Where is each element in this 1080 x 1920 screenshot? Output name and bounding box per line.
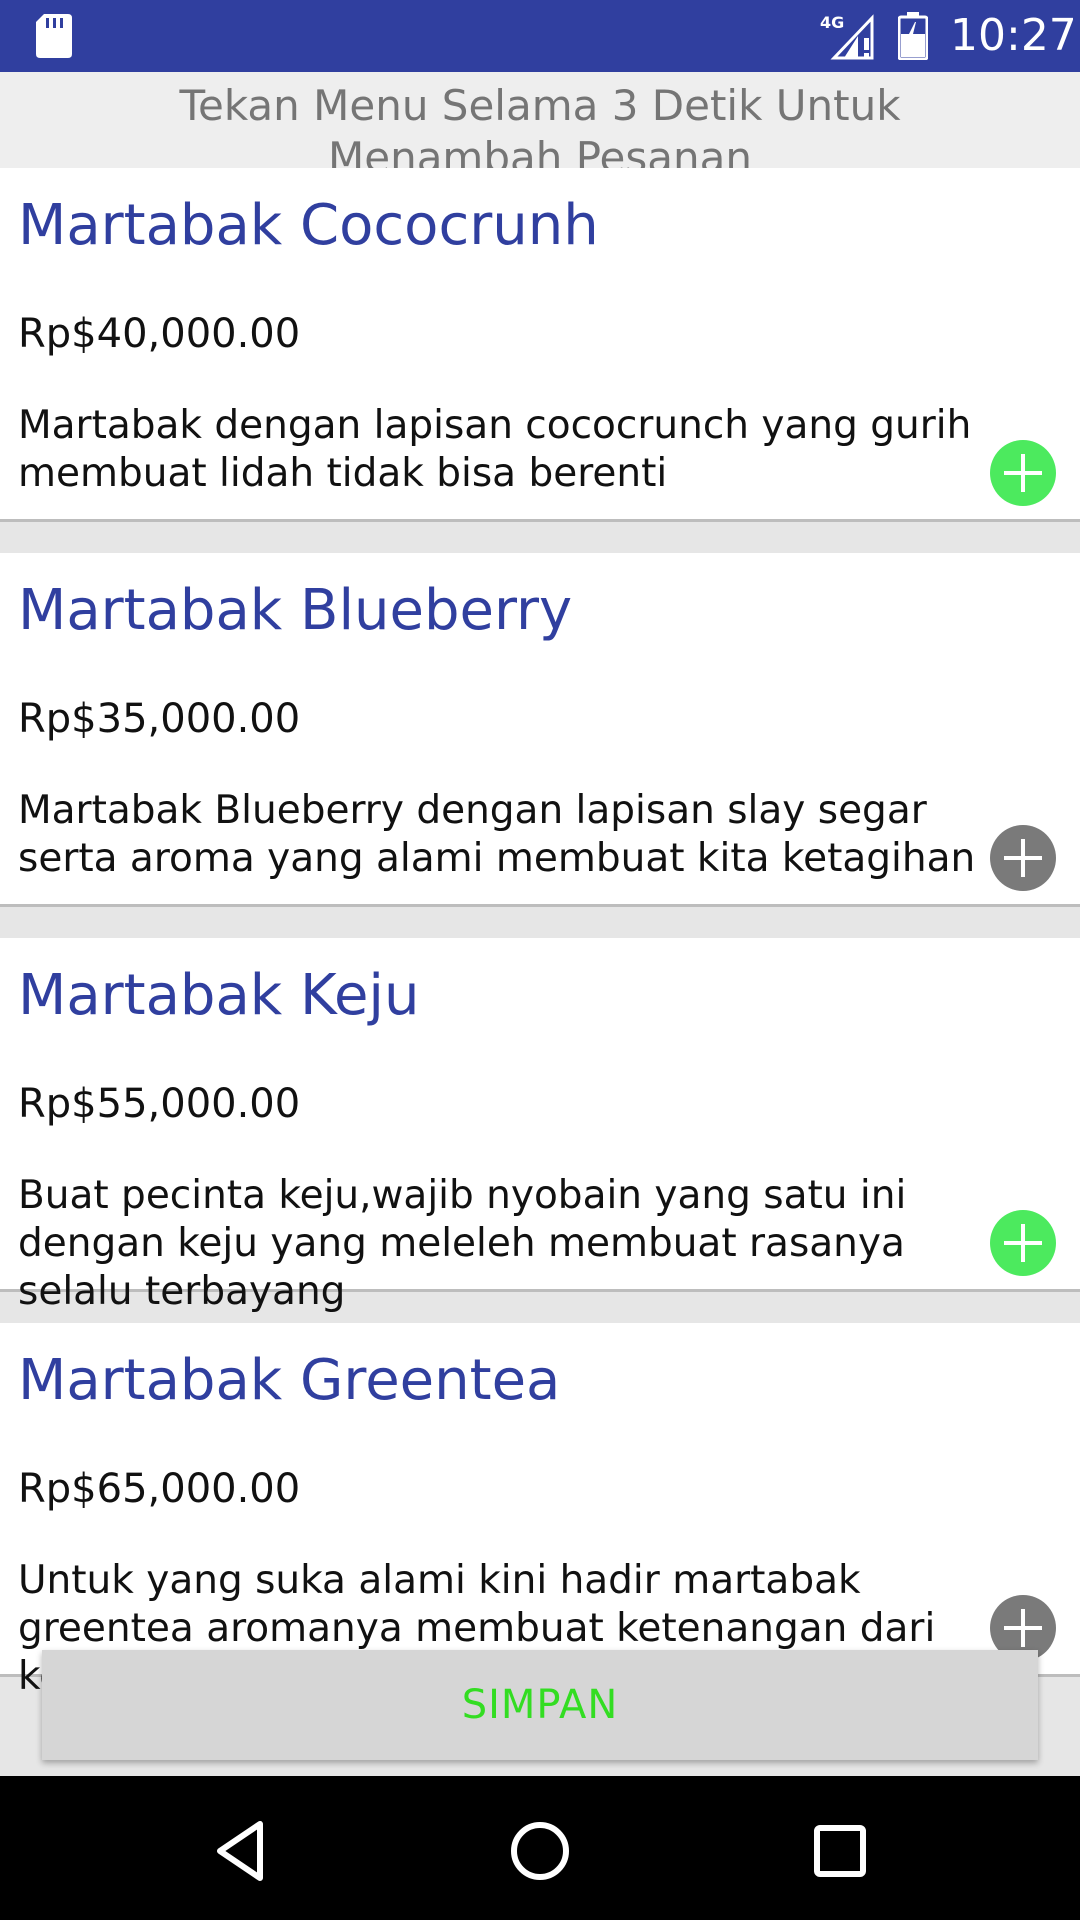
add-to-order-button[interactable]: [990, 825, 1056, 891]
menu-item-card[interactable]: Martabak Keju Rp$55,000.00 Buat pecinta …: [0, 938, 1080, 1314]
status-clock: 10:27: [950, 10, 1077, 61]
add-to-order-button[interactable]: [990, 440, 1056, 506]
menu-list[interactable]: Martabak Cococrunh Rp$40,000.00 Martabak…: [0, 168, 1080, 1776]
signal-icon: 4G: [820, 12, 876, 60]
sd-card-icon: [36, 14, 72, 58]
menu-item-card[interactable]: Martabak Blueberry Rp$35,000.00 Martabak…: [0, 553, 1080, 907]
menu-item-name: Martabak Keju: [18, 963, 420, 1028]
plus-circle-icon: [990, 440, 1056, 506]
hint-text: Tekan Menu Selama 3 Detik Untuk Menambah…: [179, 81, 901, 168]
plus-circle-icon: [990, 1210, 1056, 1276]
menu-item-price: Rp$65,000.00: [18, 1466, 301, 1512]
menu-item-description: Buat pecinta keju,wajib nyobain yang sat…: [18, 1173, 907, 1314]
navigation-bar: [0, 1776, 1080, 1920]
plus-circle-icon: [990, 825, 1056, 891]
status-bar: 4G 10:27: [0, 0, 1080, 72]
menu-item-description: Martabak dengan lapisan cococrunch yang …: [18, 403, 972, 496]
hint-bar: Tekan Menu Selama 3 Detik Untuk Menambah…: [0, 72, 1080, 168]
network-type-label: 4G: [820, 13, 844, 32]
menu-item-name: Martabak Greentea: [18, 1348, 561, 1413]
menu-item-card[interactable]: Martabak Cococrunh Rp$40,000.00 Martabak…: [0, 168, 1080, 522]
menu-item-description: Martabak Blueberry dengan lapisan slay s…: [18, 788, 976, 881]
save-button[interactable]: SIMPAN: [42, 1650, 1038, 1760]
menu-item-name: Martabak Blueberry: [18, 578, 573, 643]
battery-icon: [897, 12, 929, 61]
menu-item-price: Rp$55,000.00: [18, 1081, 301, 1127]
home-icon[interactable]: [505, 1816, 575, 1886]
recents-icon[interactable]: [805, 1816, 875, 1886]
menu-item-card[interactable]: Martabak Greentea Rp$65,000.00 Untuk yan…: [0, 1323, 1080, 1699]
menu-item-price: Rp$35,000.00: [18, 696, 301, 742]
menu-item-price: Rp$40,000.00: [18, 311, 301, 357]
add-to-order-button[interactable]: [990, 1210, 1056, 1276]
menu-item-name: Martabak Cococrunh: [18, 193, 599, 258]
back-icon[interactable]: [206, 1816, 276, 1886]
